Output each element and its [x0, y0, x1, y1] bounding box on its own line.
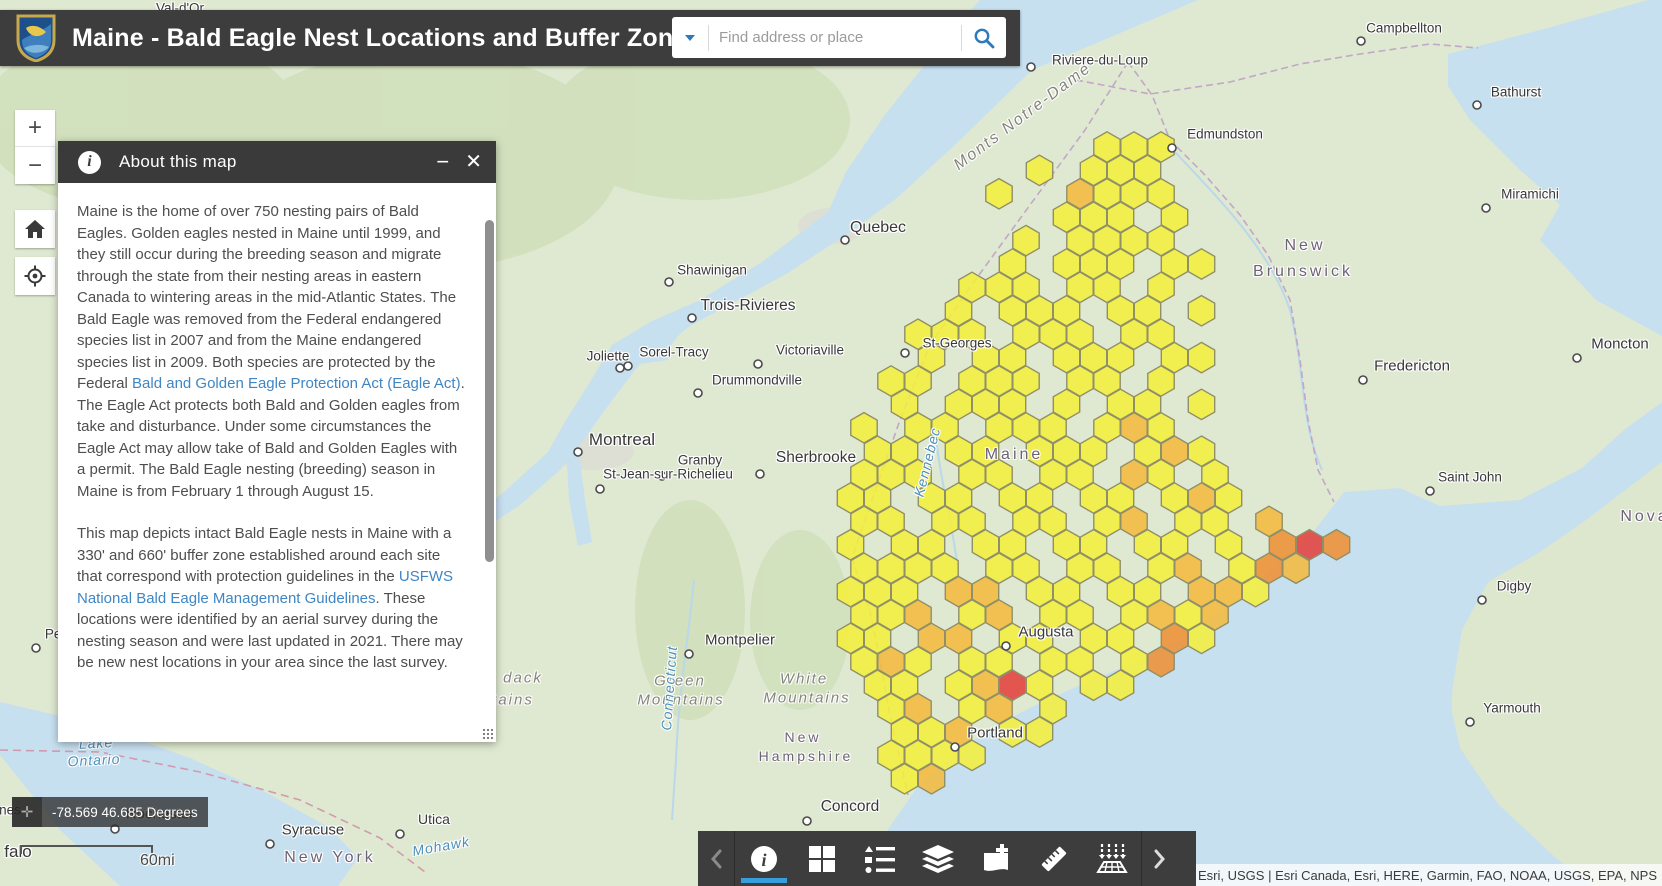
- about-panel-header[interactable]: i About this map − ✕: [58, 141, 496, 183]
- about-panel: i About this map − ✕ Maine is the home o…: [58, 141, 496, 742]
- zoom-controls: + −: [15, 110, 55, 184]
- info-icon: i: [78, 151, 101, 174]
- about-panel-body: Maine is the home of over 750 nesting pa…: [58, 183, 496, 742]
- panel-title: About this map: [119, 152, 237, 172]
- search-input[interactable]: [709, 29, 961, 46]
- widget-analysis-button[interactable]: [1083, 831, 1141, 886]
- locate-icon: [24, 265, 46, 287]
- resize-handle[interactable]: [481, 727, 493, 739]
- scale-bar-line: [20, 845, 153, 854]
- about-text: Maine is the home of over 750 nesting pa…: [58, 183, 496, 705]
- page-title: Maine - Bald Eagle Nest Locations and Bu…: [72, 24, 702, 53]
- locate-control: [15, 257, 55, 295]
- layer-list-icon: [922, 845, 954, 873]
- panel-text-segment: Maine is the home of over 750 nesting pa…: [77, 203, 456, 392]
- scrollbar-thumb[interactable]: [485, 220, 494, 562]
- add-data-icon: [981, 844, 1011, 874]
- app-header: Maine - Bald Eagle Nest Locations and Bu…: [0, 10, 1020, 66]
- panel-text-segment: This map depicts intact Bald Eagle nests…: [77, 525, 451, 585]
- scale-bar-label: 60mi: [140, 852, 175, 870]
- attribution-text: Esri, USGS | Esri Canada, Esri, HERE, Ga…: [1198, 868, 1662, 883]
- usfws-logo: [16, 14, 56, 62]
- svg-text:i: i: [761, 850, 766, 870]
- legend-icon: [865, 845, 895, 873]
- active-widget-indicator: [741, 878, 787, 883]
- analysis-grid-icon: [1096, 844, 1128, 874]
- widget-toolbar: i: [698, 831, 1196, 886]
- panel-link[interactable]: Bald and Golden Eagle Protection Act (Ea…: [132, 375, 461, 392]
- chevron-right-icon: [1154, 849, 1166, 869]
- search-button[interactable]: [962, 17, 1006, 58]
- panel-text-segment: . The Eagle Act protects both Bald and G…: [77, 375, 465, 500]
- search-widget: [672, 17, 1006, 58]
- map-application: Val-d'OrRiviere-du-LoupQuebecShawiniganT…: [0, 0, 1662, 886]
- toolbar-prev-button[interactable]: [698, 831, 734, 886]
- coordinates-readout: -78.569 46.685 Degrees: [42, 797, 208, 827]
- widget-layers-button[interactable]: [909, 831, 967, 886]
- toolbar-next-button[interactable]: [1142, 831, 1178, 886]
- widget-measure-button[interactable]: [1025, 831, 1083, 886]
- basemap-gallery-icon: [808, 845, 836, 873]
- minimize-button[interactable]: −: [424, 151, 461, 173]
- zoom-in-button[interactable]: +: [15, 110, 55, 147]
- zoom-out-button[interactable]: −: [15, 147, 55, 184]
- home-control: [15, 210, 55, 248]
- widget-legend-button[interactable]: [851, 831, 909, 886]
- widget-info-button[interactable]: i: [735, 831, 793, 886]
- capture-coordinates-button[interactable]: ✛: [12, 797, 42, 827]
- attribution-bar: Esri, USGS | Esri Canada, Esri, HERE, Ga…: [1196, 864, 1662, 886]
- panel-paragraph: This map depicts intact Bald Eagle nests…: [77, 523, 466, 674]
- widget-basemap-button[interactable]: [793, 831, 851, 886]
- widget-add-data-button[interactable]: [967, 831, 1025, 886]
- scale-bar: 60mi: [20, 838, 153, 854]
- coordinates-widget: ✛ -78.569 46.685 Degrees: [12, 797, 208, 827]
- home-icon: [25, 220, 45, 238]
- measure-icon: [1039, 844, 1069, 874]
- home-button[interactable]: [15, 210, 55, 248]
- caret-down-icon: [684, 34, 696, 42]
- locate-button[interactable]: [15, 257, 55, 295]
- chevron-left-icon: [710, 849, 722, 869]
- search-source-dropdown[interactable]: [672, 17, 708, 58]
- close-icon[interactable]: ✕: [461, 152, 496, 172]
- info-widget-icon: i: [749, 844, 779, 874]
- panel-paragraph: Maine is the home of over 750 nesting pa…: [77, 201, 466, 502]
- magnifier-icon: [973, 27, 995, 49]
- crosshair-icon: ✛: [21, 803, 34, 821]
